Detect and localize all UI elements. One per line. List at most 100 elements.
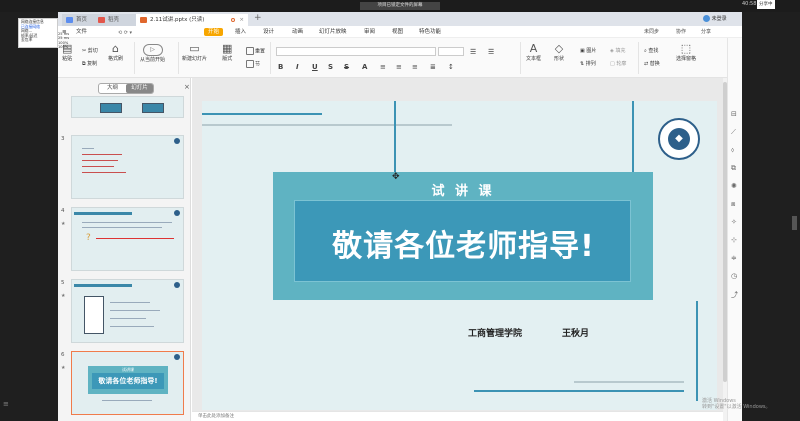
- share-badge[interactable]: 分享中: [757, 0, 775, 9]
- fill-button[interactable]: ◈ 填充: [610, 47, 625, 54]
- collab-button[interactable]: 协作: [676, 28, 686, 35]
- menu-features[interactable]: 特色功能: [419, 28, 441, 36]
- cut-button[interactable]: ✂ 剪切: [82, 47, 98, 54]
- outline-button[interactable]: □ 轮廓: [610, 60, 626, 67]
- thumb-title: 敬请各位老师指导!: [92, 373, 164, 389]
- copy-button[interactable]: ⧉ 复制: [82, 60, 97, 67]
- menu-file[interactable]: 文件: [76, 28, 87, 36]
- close-icon[interactable]: ×: [239, 14, 244, 26]
- view-switch: 大纲 幻灯片: [98, 83, 154, 94]
- share-button[interactable]: 分享: [701, 28, 711, 35]
- textbox-button[interactable]: A 文本框: [526, 42, 541, 62]
- shape-button[interactable]: ◇ 形状: [554, 42, 564, 62]
- selection-pane-button[interactable]: ⬚ 选择窗格: [676, 42, 696, 62]
- close-icon[interactable]: ×: [184, 83, 190, 91]
- menu-review[interactable]: 审阅: [364, 28, 375, 36]
- animation-icon[interactable]: ✺: [731, 182, 737, 190]
- copy-style-icon[interactable]: ⧉: [731, 164, 736, 173]
- sync-status[interactable]: 未同步: [644, 28, 659, 35]
- pptx-icon: [140, 17, 147, 23]
- picture-label: 图片: [586, 48, 597, 54]
- adjust-icon[interactable]: ⊹: [731, 236, 737, 244]
- school-name[interactable]: 工商管理学院: [468, 326, 522, 339]
- font-color-icon[interactable]: A: [362, 63, 367, 71]
- new-slide-button[interactable]: ▭ 新建幻灯片: [182, 42, 207, 62]
- slide-thumbnail[interactable]: ?: [71, 207, 184, 271]
- bullets-icon[interactable]: ☰: [470, 48, 476, 56]
- align-center-icon[interactable]: ≡: [396, 63, 402, 71]
- underline-icon[interactable]: U: [312, 63, 318, 71]
- replace-button[interactable]: ⇄ 替换: [644, 60, 660, 67]
- font-size-select[interactable]: [438, 47, 464, 56]
- format-painter-button[interactable]: ⌂ 格式刷: [108, 42, 123, 62]
- tab-label: 稻壳: [108, 17, 120, 23]
- play-from-current-button[interactable]: ▷ 从当前开始: [140, 44, 165, 63]
- notes-bar[interactable]: 单击此处添加备注: [192, 411, 723, 421]
- slide-thumbnail[interactable]: [71, 279, 184, 343]
- property-icon[interactable]: ⊟: [731, 110, 737, 118]
- thumb-diagram: [84, 296, 104, 334]
- deco-line: [574, 381, 684, 383]
- network-popup[interactable]: 网络连接信息 已连接网络 网络... 帧率/延迟 丢包率: [18, 18, 58, 48]
- slide-6[interactable]: ◆ 试 讲 课 敬请各位老师指导! 工商管理学院 王秋月: [202, 101, 717, 410]
- side-handle[interactable]: [792, 216, 797, 230]
- bold-icon[interactable]: B: [278, 63, 283, 71]
- menu-insert[interactable]: 插入: [235, 28, 246, 36]
- remote-window-title[interactable]: 项目已锁定文件的屏幕: [360, 2, 440, 10]
- slide-thumbnail[interactable]: [71, 135, 184, 199]
- quick-access-icons[interactable]: ⟲ ⟳ ▾: [118, 29, 132, 37]
- notes-placeholder[interactable]: 单击此处添加备注: [198, 413, 234, 419]
- strikethrough-icon[interactable]: S: [344, 63, 349, 71]
- justify-icon[interactable]: ≣: [430, 63, 436, 71]
- slide-thumbnail-selected[interactable]: 试讲课 敬请各位老师指导!: [71, 351, 184, 415]
- shape-style-icon[interactable]: ⟋: [731, 128, 736, 137]
- menu-home[interactable]: 开始: [204, 28, 224, 36]
- menu-icon[interactable]: ≡: [3, 400, 9, 408]
- settings-icon[interactable]: ≑: [731, 254, 737, 262]
- numbering-icon[interactable]: ☰: [488, 48, 494, 56]
- play-label: 从当前开始: [140, 57, 166, 63]
- slide-thumbnail[interactable]: [71, 96, 184, 118]
- shadow-icon[interactable]: S: [328, 63, 333, 71]
- cut-label: 剪切: [87, 48, 98, 54]
- align-right-icon[interactable]: ≡: [412, 63, 418, 71]
- menu-slideshow[interactable]: 幻灯片放映: [319, 28, 347, 36]
- layers-icon[interactable]: ⧈: [731, 200, 735, 209]
- slide-title[interactable]: 敬请各位老师指导!: [295, 221, 632, 265]
- thumb-line: [82, 172, 126, 173]
- tab-document[interactable]: 2.11试讲.pptx (只读) ×: [136, 14, 248, 26]
- align-left-icon[interactable]: ≡: [380, 63, 386, 71]
- title-frame[interactable]: 试 讲 课 敬请各位老师指导!: [273, 172, 653, 300]
- menu-animation[interactable]: 动画: [292, 28, 303, 36]
- thumb-title-bar: [74, 284, 132, 287]
- picture-button[interactable]: ▣ 图片: [580, 47, 596, 54]
- fill-drop-icon[interactable]: ⬨: [731, 146, 734, 155]
- tab-outline[interactable]: 大纲: [99, 84, 126, 93]
- new-tab-button[interactable]: +: [254, 13, 262, 23]
- layout-button[interactable]: ▦ 版式: [222, 42, 232, 62]
- lecture-label[interactable]: 试 讲 课: [273, 180, 653, 199]
- find-button[interactable]: ⌕ 查找: [644, 47, 658, 54]
- tab-slides[interactable]: 幻灯片: [126, 84, 153, 93]
- section-button[interactable]: 节: [246, 60, 260, 68]
- arrange-button[interactable]: ⇅ 排列: [580, 60, 596, 67]
- reset-label: 重置: [255, 48, 266, 55]
- replace-icon: ⇄: [644, 61, 649, 67]
- tab-docer[interactable]: 稻壳: [94, 14, 136, 26]
- share-icon[interactable]: ⤴: [731, 290, 738, 300]
- unsaved-icon: [231, 18, 235, 22]
- title-box[interactable]: 敬请各位老师指导!: [294, 200, 631, 282]
- account-area[interactable]: 未登录: [703, 15, 727, 22]
- history-icon[interactable]: ◷: [731, 272, 737, 280]
- copy-label: 复制: [87, 61, 98, 67]
- presenter-name[interactable]: 王秋月: [562, 326, 589, 339]
- line-spacing-icon[interactable]: ↕: [448, 63, 454, 71]
- menu-view[interactable]: 视图: [392, 28, 403, 36]
- font-name-select[interactable]: [276, 47, 436, 56]
- menu-design[interactable]: 设计: [263, 28, 274, 36]
- reset-button[interactable]: 重置: [246, 47, 265, 55]
- tab-bar: 首页 稻壳 2.11试讲.pptx (只读) × + 未登录: [58, 12, 742, 26]
- sparkle-icon[interactable]: ✧: [731, 218, 737, 226]
- tab-home[interactable]: 首页: [62, 14, 94, 26]
- italic-icon[interactable]: I: [296, 63, 299, 71]
